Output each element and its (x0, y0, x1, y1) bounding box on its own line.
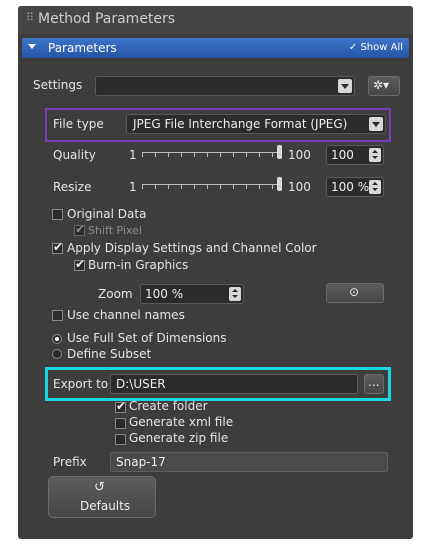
apply-display-checkbox[interactable] (52, 240, 63, 254)
slider-thumb[interactable] (277, 145, 282, 159)
settings-options-button[interactable]: ✲▾ (368, 76, 400, 96)
panel-titlebar[interactable]: ⠿ Method Parameters (18, 6, 413, 34)
method-parameters-panel: ⠿ Method Parameters Parameters ✓ Show Al… (18, 6, 413, 539)
slider-thumb[interactable] (277, 177, 282, 191)
file-type-value: JPEG File Interchange Format (JPEG) (133, 117, 348, 131)
quality-spinbox[interactable]: 100 (326, 145, 384, 165)
panel-title: Method Parameters (38, 11, 176, 27)
resize-max: 100 (288, 180, 311, 194)
resize-spinbox[interactable]: 100 % (326, 177, 384, 197)
spin-arrows-icon[interactable] (369, 180, 381, 194)
settings-label: Settings (33, 78, 83, 92)
target-icon: ⊙ (349, 285, 360, 299)
zoom-value: 100 % (145, 287, 184, 301)
shift-pixel-checkbox[interactable] (74, 222, 85, 236)
quality-slider[interactable] (142, 144, 282, 160)
original-data-label: Original Data (67, 207, 147, 221)
slider-ticks (142, 185, 282, 189)
grip-icon: ⠿ (26, 11, 35, 24)
generate-xml-checkbox[interactable] (115, 418, 126, 429)
generate-zip-checkbox[interactable] (115, 434, 126, 445)
resize-slider[interactable] (142, 176, 282, 192)
quality-max: 100 (288, 148, 311, 162)
resize-label: Resize (53, 180, 92, 194)
prefix-value: Snap-17 (116, 455, 166, 469)
file-type-label: File type (53, 117, 104, 131)
quality-value: 100 (331, 148, 354, 162)
quality-label: Quality (53, 148, 96, 162)
spin-arrows-icon[interactable] (229, 287, 241, 301)
generate-zip-label: Generate zip file (129, 431, 229, 445)
export-path-value: D:\USER (116, 377, 166, 391)
defaults-button[interactable]: ↺ Defaults (48, 476, 156, 518)
quality-min: 1 (129, 148, 137, 162)
export-to-label: Export to (53, 377, 109, 391)
full-set-label: Use Full Set of Dimensions (67, 331, 227, 345)
collapse-arrow-icon (28, 44, 36, 49)
browse-button[interactable]: ... (364, 374, 384, 394)
export-path-field[interactable]: D:\USER (110, 374, 358, 394)
burn-in-checkbox[interactable] (74, 257, 85, 271)
generate-xml-label: Generate xml file (129, 415, 234, 429)
shift-pixel-label: Shift Pixel (88, 224, 142, 237)
checkmark-icon: ✓ (348, 42, 358, 53)
define-subset-radio[interactable] (52, 349, 62, 359)
chevron-down-icon (369, 117, 383, 131)
gear-icon: ✲▾ (373, 78, 390, 92)
use-channel-names-checkbox[interactable] (52, 310, 63, 321)
define-subset-label: Define Subset (67, 347, 152, 361)
prefix-field[interactable]: Snap-17 (110, 452, 388, 472)
slider-ticks (142, 153, 282, 157)
spin-arrows-icon[interactable] (369, 148, 381, 162)
zoom-spinbox[interactable]: 100 % (140, 284, 244, 304)
zoom-label: Zoom (98, 287, 133, 301)
section-label: Parameters (48, 41, 117, 55)
full-set-radio[interactable] (52, 334, 62, 344)
create-folder-checkbox[interactable] (115, 399, 126, 413)
burn-in-label: Burn-in Graphics (88, 258, 189, 272)
use-channel-names-label: Use channel names (67, 308, 185, 322)
prefix-label: Prefix (53, 455, 87, 469)
file-type-dropdown[interactable]: JPEG File Interchange Format (JPEG) (126, 114, 386, 134)
zoom-reset-button[interactable]: ⊙ (326, 283, 384, 303)
browse-label: ... (368, 375, 380, 389)
resize-min: 1 (129, 180, 137, 194)
defaults-label: Defaults (80, 499, 131, 513)
settings-dropdown[interactable] (95, 76, 355, 96)
resize-value: 100 % (331, 180, 370, 194)
parameters-section-header[interactable]: Parameters ✓ Show All (22, 38, 409, 58)
chevron-down-icon (338, 79, 352, 93)
create-folder-label: Create folder (129, 399, 208, 413)
show-all-toggle[interactable]: ✓ Show All (349, 42, 403, 53)
original-data-checkbox[interactable] (52, 209, 63, 220)
undo-icon: ↺ (94, 480, 105, 495)
apply-display-label: Apply Display Settings and Channel Color (67, 241, 317, 255)
show-all-label: Show All (360, 42, 403, 53)
